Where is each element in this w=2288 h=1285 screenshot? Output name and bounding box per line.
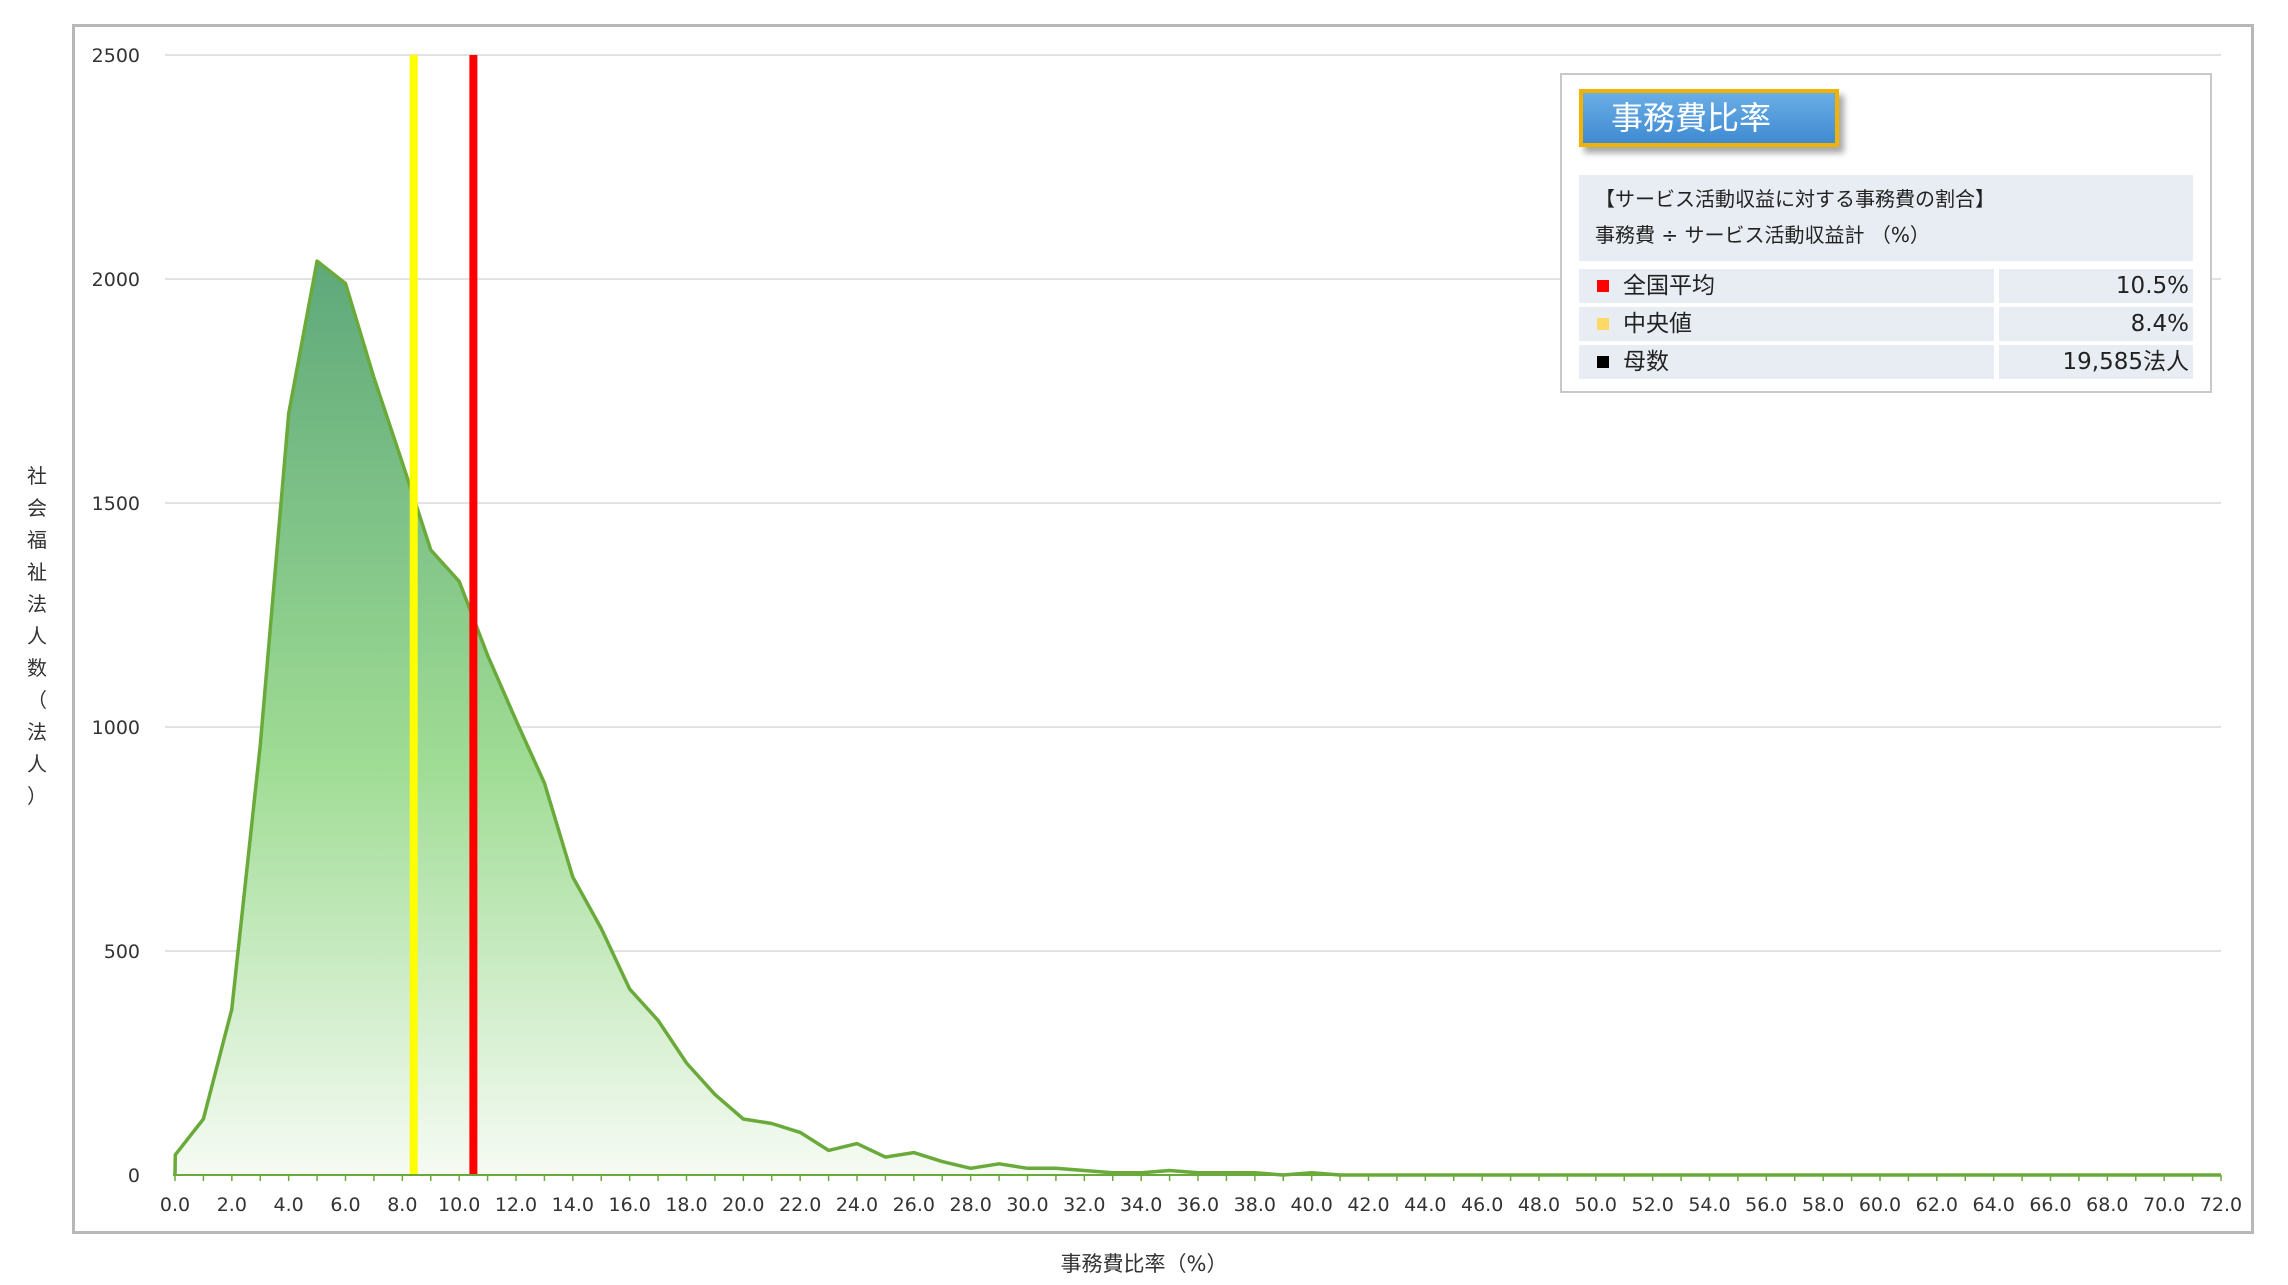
x-tick-label: 52.0	[1632, 1194, 1674, 1216]
x-tick-label: 62.0	[1916, 1194, 1958, 1216]
x-tick-label: 68.0	[2086, 1194, 2128, 1216]
info-title: 事務費比率	[1579, 89, 1839, 147]
x-tick-label: 14.0	[552, 1194, 594, 1216]
x-tick-label: 60.0	[1859, 1194, 1901, 1216]
x-tick-label: 38.0	[1234, 1194, 1276, 1216]
x-tick-label: 26.0	[893, 1194, 935, 1216]
info-row-average: 全国平均 10.5%	[1579, 269, 2193, 303]
x-tick-label: 56.0	[1745, 1194, 1787, 1216]
x-tick-label: 34.0	[1120, 1194, 1162, 1216]
x-tick-label: 6.0	[330, 1194, 360, 1216]
average-value: 10.5%	[1999, 269, 2193, 303]
median-label: 中央値	[1623, 311, 1692, 337]
count-label: 母数	[1623, 349, 1669, 375]
x-tick-label: 46.0	[1461, 1194, 1503, 1216]
x-tick-label: 54.0	[1688, 1194, 1730, 1216]
area-fill	[175, 261, 2221, 1176]
x-tick-label: 66.0	[2029, 1194, 2071, 1216]
x-tick-label: 2.0	[217, 1194, 247, 1216]
x-tick-label: 70.0	[2143, 1194, 2185, 1216]
count-value: 19,585法人	[1999, 345, 2193, 379]
x-tick-label: 44.0	[1404, 1194, 1446, 1216]
x-tick-label: 42.0	[1347, 1194, 1389, 1216]
y-tick-label: 1000	[92, 717, 140, 739]
x-tick-label: 32.0	[1063, 1194, 1105, 1216]
x-tick-label: 24.0	[836, 1194, 878, 1216]
x-tick-label: 10.0	[438, 1194, 480, 1216]
x-tick-label: 72.0	[2200, 1194, 2242, 1216]
x-tick-label: 4.0	[274, 1194, 304, 1216]
x-tick-label: 0.0	[160, 1194, 190, 1216]
count-legend-marker	[1597, 356, 1609, 368]
average-legend-marker	[1597, 280, 1609, 292]
x-tick-label: 8.0	[387, 1194, 417, 1216]
y-tick-label: 500	[104, 941, 140, 963]
median-legend-marker	[1597, 318, 1609, 330]
info-desc-line1: 【サービス活動収益に対する事務費の割合】	[1595, 187, 1995, 211]
x-tick-label: 50.0	[1575, 1194, 1617, 1216]
info-panel: 事務費比率 【サービス活動収益に対する事務費の割合】 事務費 ÷ サービス活動収…	[1560, 73, 2212, 393]
x-tick-label: 48.0	[1518, 1194, 1560, 1216]
y-axis-title: 社会福祉法人数（法人）	[27, 464, 47, 808]
y-tick-label: 2500	[92, 45, 140, 67]
info-row-count: 母数 19,585法人	[1579, 345, 2193, 379]
x-tick-label: 18.0	[665, 1194, 707, 1216]
info-row-median: 中央値 8.4%	[1579, 307, 2193, 341]
x-tick-label: 58.0	[1802, 1194, 1844, 1216]
x-tick-label: 64.0	[1973, 1194, 2015, 1216]
y-tick-label: 1500	[92, 493, 140, 515]
x-tick-label: 12.0	[495, 1194, 537, 1216]
y-tick-label: 2000	[92, 269, 140, 291]
info-description: 【サービス活動収益に対する事務費の割合】 事務費 ÷ サービス活動収益計 （%）	[1579, 175, 2193, 261]
x-axis-title: 事務費比率（%）	[1060, 1252, 1228, 1276]
x-tick-label: 16.0	[609, 1194, 651, 1216]
x-tick-label: 20.0	[722, 1194, 764, 1216]
average-label: 全国平均	[1623, 273, 1715, 299]
median-value: 8.4%	[1999, 307, 2193, 341]
x-tick-label: 40.0	[1291, 1194, 1333, 1216]
x-tick-label: 36.0	[1177, 1194, 1219, 1216]
y-tick-label: 0	[128, 1165, 140, 1187]
x-tick-label: 22.0	[779, 1194, 821, 1216]
info-desc-line2: 事務費 ÷ サービス活動収益計 （%）	[1595, 223, 1930, 247]
x-tick-label: 28.0	[950, 1194, 992, 1216]
x-tick-label: 30.0	[1006, 1194, 1048, 1216]
